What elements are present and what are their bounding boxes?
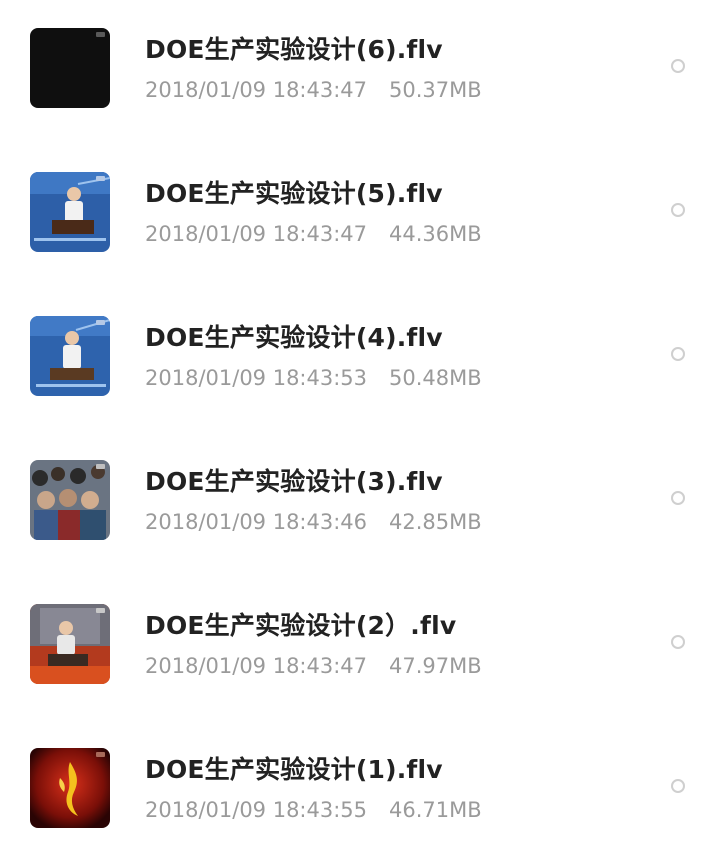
file-date: 2018/01/09 18:43:47 [145, 654, 368, 678]
file-date: 2018/01/09 18:43:53 [145, 366, 368, 390]
lecturer-at-podium-thumbnail-icon [30, 172, 110, 252]
file-meta: 2018/01/09 18:43:47 44.36MB [145, 222, 482, 246]
file-meta: 2018/01/09 18:43:55 46.71MB [145, 798, 482, 822]
file-size: 46.71MB [389, 798, 482, 822]
file-size: 44.36MB [389, 222, 482, 246]
black-video-thumbnail-icon [30, 28, 110, 108]
file-meta: 2018/01/09 18:43:53 50.48MB [145, 366, 482, 390]
file-date: 2018/01/09 18:43:47 [145, 222, 368, 246]
file-item[interactable]: DOE生产实验设计(4).flv 2018/01/09 18:43:53 50.4… [0, 288, 720, 432]
select-radio[interactable] [671, 779, 685, 793]
file-meta: 2018/01/09 18:43:46 42.85MB [145, 510, 482, 534]
select-radio[interactable] [671, 59, 685, 73]
file-date: 2018/01/09 18:43:46 [145, 510, 368, 534]
select-radio[interactable] [671, 635, 685, 649]
file-name: DOE生产实验设计(5).flv [145, 179, 443, 208]
video-thumbnail [30, 316, 110, 396]
video-thumbnail [30, 28, 110, 108]
file-name: DOE生产实验设计(3).flv [145, 467, 443, 496]
file-name: DOE生产实验设计(6).flv [145, 35, 443, 64]
file-item[interactable]: DOE生产实验设计(5).flv 2018/01/09 18:43:47 44.3… [0, 144, 720, 288]
video-thumbnail [30, 748, 110, 828]
select-radio[interactable] [671, 203, 685, 217]
file-item[interactable]: DOE生产实验设计(6).flv 2018/01/09 18:43:47 50.3… [0, 0, 720, 144]
file-meta: 2018/01/09 18:43:47 50.37MB [145, 78, 482, 102]
audience-crowd-thumbnail-icon [30, 460, 110, 540]
file-item[interactable]: DOE生产实验设计(1).flv 2018/01/09 18:43:55 46.7… [0, 720, 720, 864]
file-name: DOE生产实验设计(2）.flv [145, 611, 457, 640]
file-size: 42.85MB [389, 510, 482, 534]
red-logo-thumbnail-icon [30, 748, 110, 828]
file-meta: 2018/01/09 18:43:47 47.97MB [145, 654, 482, 678]
file-item[interactable]: DOE生产实验设计(3).flv 2018/01/09 18:43:46 42.8… [0, 432, 720, 576]
file-item[interactable]: DOE生产实验设计(2）.flv 2018/01/09 18:43:47 47.9… [0, 576, 720, 720]
file-name: DOE生产实验设计(4).flv [145, 323, 443, 352]
select-radio[interactable] [671, 491, 685, 505]
file-size: 50.37MB [389, 78, 482, 102]
file-date: 2018/01/09 18:43:47 [145, 78, 368, 102]
file-list: DOE生产实验设计(6).flv 2018/01/09 18:43:47 50.3… [0, 0, 720, 864]
video-thumbnail [30, 172, 110, 252]
file-size: 50.48MB [389, 366, 482, 390]
select-radio[interactable] [671, 347, 685, 361]
file-date: 2018/01/09 18:43:55 [145, 798, 368, 822]
file-size: 47.97MB [389, 654, 482, 678]
lecturer-red-stage-thumbnail-icon [30, 604, 110, 684]
video-thumbnail [30, 460, 110, 540]
video-thumbnail [30, 604, 110, 684]
lecturer-at-podium-thumbnail-icon [30, 316, 110, 396]
file-name: DOE生产实验设计(1).flv [145, 755, 443, 784]
